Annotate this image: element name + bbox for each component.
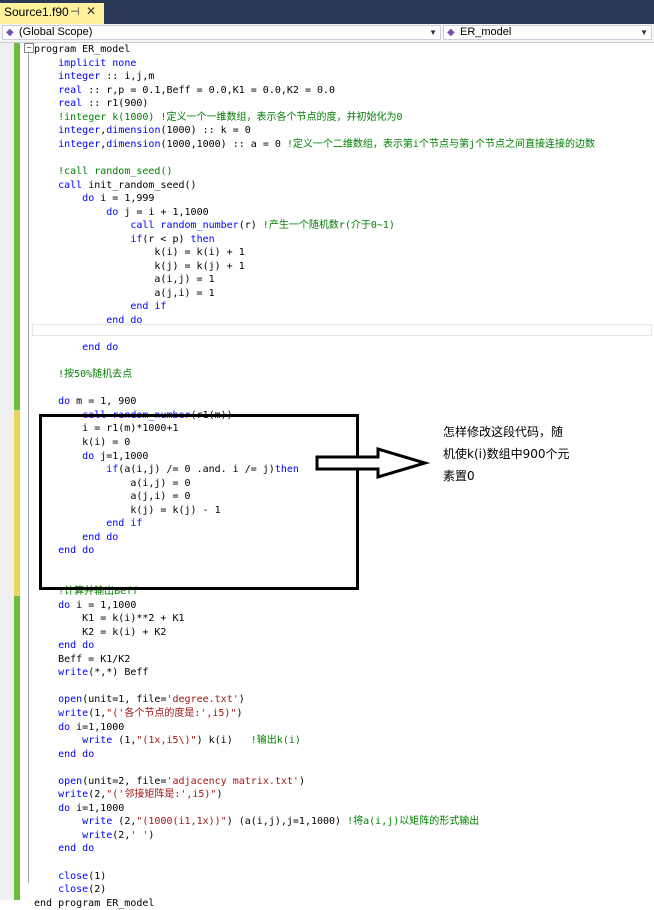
close-icon[interactable]: ✕ <box>86 4 96 18</box>
member-value: ER_model <box>460 26 512 38</box>
member-dropdown[interactable]: ◆ ER_model ▼ <box>443 25 652 40</box>
annotation-text-line3: 素置0 <box>443 469 475 483</box>
annotation-text-line2: 机使k(i)数组中900个元 <box>443 447 570 461</box>
chevron-down-icon: ▼ <box>640 28 648 37</box>
document-tab-strip: Source1.f90 ⊣ ✕ <box>0 0 654 24</box>
annotation-text-line1: 怎样修改这段代码，随 <box>443 425 564 439</box>
tab-title: Source1.f90 <box>4 5 69 19</box>
pin-icon[interactable]: ⊣ <box>70 5 80 18</box>
chevron-down-icon: ▼ <box>429 28 437 37</box>
code-editor[interactable]: − program ER_model implicit none integer… <box>0 43 654 909</box>
navigation-bar: ◆ (Global Scope) ▼ ◆ ER_model ▼ <box>0 24 654 43</box>
scope-value: (Global Scope) <box>19 26 93 38</box>
scope-dropdown[interactable]: ◆ (Global Scope) ▼ <box>2 25 441 40</box>
tab-source1[interactable]: Source1.f90 ⊣ ✕ <box>0 3 104 24</box>
scope-icon: ◆ <box>6 27 14 38</box>
method-icon: ◆ <box>447 27 455 38</box>
